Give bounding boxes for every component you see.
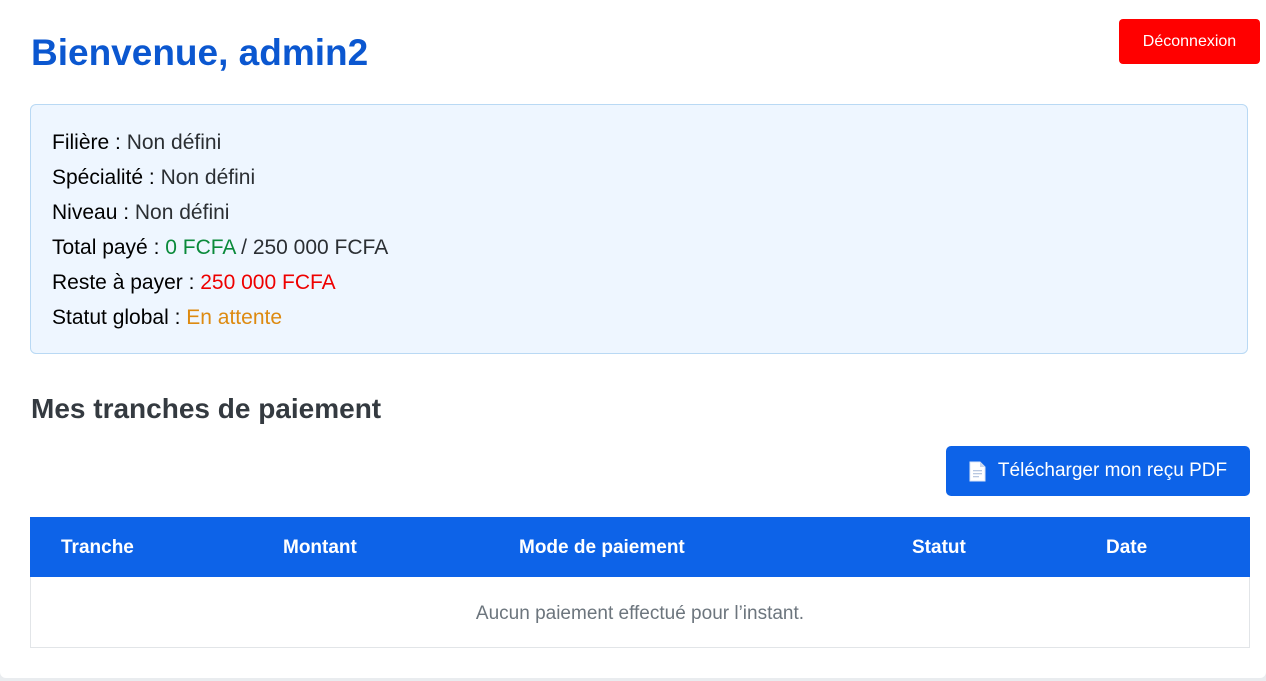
column-header-mode: Mode de paiement <box>519 537 685 558</box>
niveau-label: Niveau : <box>52 201 130 224</box>
filiere-row: Filière : Non défini <box>52 128 221 158</box>
specialite-row: Spécialité : Non défini <box>52 163 255 193</box>
remaining-row: Reste à payer : 250 000 FCFA <box>52 268 336 298</box>
document-icon <box>969 461 986 482</box>
remaining-value: 250 000 FCFA <box>200 271 336 294</box>
filiere-label: Filière : <box>52 131 121 154</box>
niveau-value: Non défini <box>134 201 230 224</box>
page-title: Bienvenue, admin2 <box>31 32 369 73</box>
dashboard-page: Bienvenue, admin2 Déconnexion Filière : … <box>0 0 1266 678</box>
global-status-label: Statut global : <box>52 306 181 329</box>
remaining-label: Reste à payer : <box>52 271 195 294</box>
global-status-row: Statut global : En attente <box>52 303 282 333</box>
table-header: Tranche Montant Mode de paiement Statut … <box>30 517 1250 577</box>
specialite-value: Non défini <box>160 166 256 189</box>
payments-section-title: Mes tranches de paiement <box>31 393 382 424</box>
global-status-value: En attente <box>186 306 283 329</box>
total-paid-value: 0 FCFA <box>165 236 236 259</box>
download-receipt-label: Télécharger mon reçu PDF <box>997 460 1228 481</box>
logout-button[interactable]: Déconnexion <box>1119 19 1260 64</box>
total-paid-label: Total payé : <box>52 236 160 259</box>
total-due-value: 250 000 FCFA <box>252 236 389 259</box>
column-header-tranche: Tranche <box>61 537 134 558</box>
total-paid-row: Total payé : 0 FCFA / 250 000 FCFA <box>52 233 388 263</box>
student-info-panel: Filière : Non défini Spécialité : Non dé… <box>30 104 1248 354</box>
download-receipt-button[interactable]: Télécharger mon reçu PDF <box>946 446 1250 496</box>
payments-table: Tranche Montant Mode de paiement Statut … <box>30 517 1250 648</box>
filiere-value: Non défini <box>126 131 222 154</box>
column-header-date: Date <box>1106 537 1148 558</box>
empty-table-message: Aucun paiement effectué pour l’instant. <box>475 603 805 624</box>
niveau-row: Niveau : Non défini <box>52 198 229 228</box>
specialite-label: Spécialité : <box>52 166 155 189</box>
total-separator: / <box>241 236 247 259</box>
column-header-montant: Montant <box>283 537 357 558</box>
column-header-statut: Statut <box>912 537 966 558</box>
